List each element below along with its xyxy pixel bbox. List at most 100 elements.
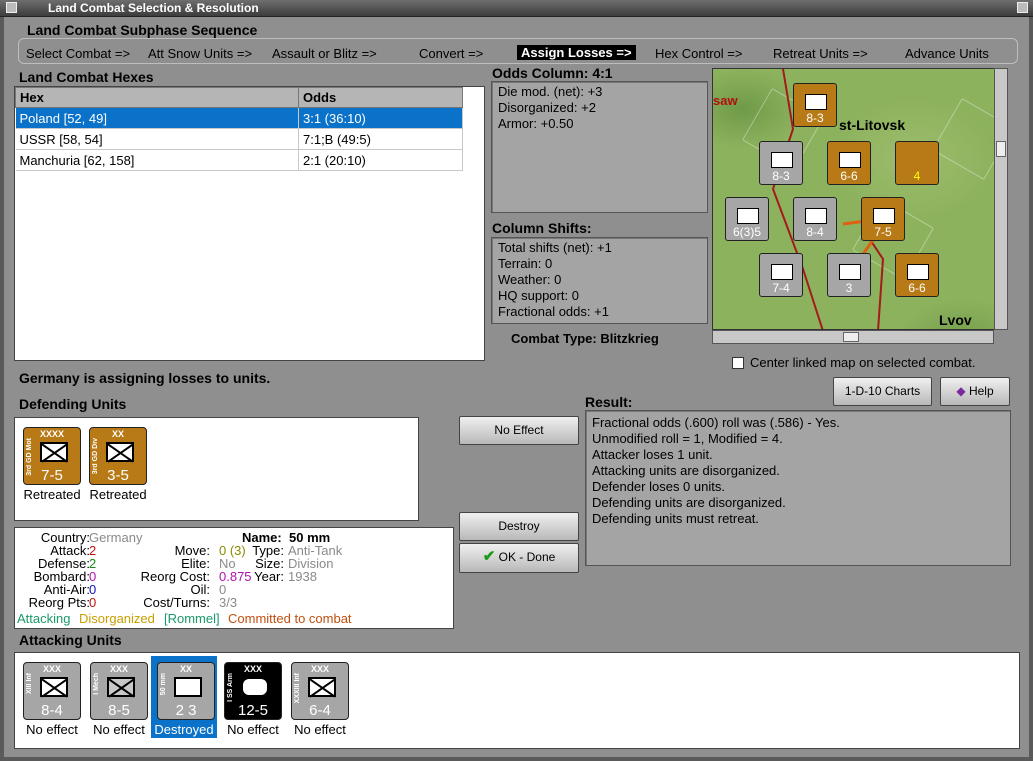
counter-stat: 8-4 [806,225,824,239]
odds-panel: Die mod. (net): +3 Disorganized: +2 Armo… [491,81,708,213]
unit-status: No effect [227,722,279,737]
hex-row[interactable]: USSR [58, 54] 7:1;B (49:5) [15,128,463,150]
odds-cell: 7:1;B (49:5) [298,128,463,150]
armor-icon [839,152,861,168]
cost-turns-label: Cost/Turns: [143,595,210,610]
infantry-icon [106,442,134,463]
map-counter[interactable]: 6-6 [827,141,871,185]
unit-status: Destroyed [154,722,214,737]
counter-stat: 7-4 [772,281,790,295]
reorg-label: Reorg Pts: [28,595,90,610]
unit-name: 50 mm [160,673,167,696]
motorized-icon [873,208,895,224]
attacker-counter[interactable]: XXX I Mech 8-5 [90,662,148,720]
system-menu-icon[interactable] [6,2,17,13]
combat-type: Combat Type: Blitzkrieg [511,331,659,346]
unit-status: No effect [26,722,78,737]
charts-button[interactable]: 1-D-10 Charts [833,377,932,406]
hex-row[interactable]: Manchuria [62, 158] 2:1 (20:10) [15,149,463,171]
help-button[interactable]: ◆ Help [940,377,1010,406]
phase-assign-losses: Assign Losses => [517,45,636,60]
checkmark-icon: ✔ [482,548,496,565]
map-counter[interactable]: 8-4 [793,197,837,241]
infantry-icon [771,264,793,280]
odds-line: Disorganized: +2 [498,100,596,115]
unit-stat: 8-5 [108,702,130,719]
attacker-counter[interactable]: XXX XIII Inf 8-4 [23,662,81,720]
scroll-thumb[interactable] [996,141,1006,157]
battle-map[interactable]: saw st-Litovsk Lvov 8-3 8-3 6-6 4 6(3)5 … [712,68,1008,330]
col-hex[interactable]: Hex [15,87,299,108]
ok-done-label: OK - Done [498,550,556,564]
center-linked-label: Center linked map on selected combat. [750,355,976,370]
hex-cell: Poland [52, 49] [15,107,299,129]
result-header: Result: [585,394,633,410]
col-odds[interactable]: Odds [298,87,463,108]
help-label: Help [968,384,994,398]
map-horizontal-scrollbar[interactable] [712,330,994,344]
attacker-counter[interactable]: XXX I SS Arm 12-5 [224,662,282,720]
map-counter[interactable]: 7-5 [861,197,905,241]
unit-name: XXXIII Inf [294,673,301,704]
attacker-counter[interactable]: XX 50 mm 2 3 [157,662,215,720]
cost-turns-value: 3/3 [219,595,238,610]
destroy-button[interactable]: Destroy [459,512,579,541]
year-value: 1938 [288,569,317,584]
hq-icon [737,208,759,224]
hex-row[interactable]: Poland [52, 49] 3:1 (36:10) [15,107,463,129]
result-line: Attacking units are disorganized. [592,463,780,478]
shift-line: Terrain: 0 [498,256,553,271]
result-line: Defending units must retreat. [592,511,759,526]
status-committed: Committed to combat [228,611,352,626]
hex-cell: USSR [58, 54] [15,128,299,150]
map-counter[interactable]: 8-3 [793,83,837,127]
unit-stat: 6-4 [309,702,331,719]
country-value: Germany [89,530,143,545]
shifts-header: Column Shifts: [492,220,592,236]
map-counter[interactable]: 8-3 [759,141,803,185]
result-line: Defender loses 0 units. [592,479,725,494]
unit-info-panel: Country: Germany Attack: 2 Defense: 2 Bo… [14,527,454,629]
infantry-icon [40,677,68,698]
unit-status: No effect [294,722,346,737]
counter-stat: 4 [913,169,921,183]
map-vertical-scrollbar[interactable] [994,68,1008,330]
unit-stat: 3-5 [107,467,129,484]
map-counter[interactable]: 6-6 [895,253,939,297]
ok-done-button[interactable]: ✔ OK - Done [459,543,579,573]
subphase-header: Land Combat Subphase Sequence [27,22,258,38]
scroll-thumb[interactable] [843,332,859,342]
shift-line: HQ support: 0 [498,288,579,303]
phase-select-combat: Select Combat => [26,46,131,61]
unit-status: Retreated [23,487,81,502]
help-book-icon: ◆ [956,384,966,398]
attacker-counter[interactable]: XXX XXXIII Inf 6-4 [291,662,349,720]
map-counter[interactable]: 3 [827,253,871,297]
status-disorganized: Disorganized [79,611,155,626]
infantry-icon [805,94,827,110]
defending-header: Defending Units [19,396,127,412]
map-counter[interactable]: 6(3)5 [725,197,769,241]
counter-stat: 6-6 [840,169,858,183]
close-icon[interactable] [1017,2,1028,13]
shift-line: Fractional odds: +1 [498,304,609,319]
infantry-icon [805,208,827,224]
unit-name: I SS Arm [227,673,234,702]
shift-line: Total shifts (net): +1 [498,240,612,255]
unit-status: No effect [93,722,145,737]
no-effect-button[interactable]: No Effect [459,416,579,445]
map-counter[interactable]: 4 [895,141,939,185]
defender-counter[interactable]: XX 3rd GD Div 3-5 [89,427,147,485]
anti-tank-icon [174,677,202,697]
city-label: Lvov [939,312,972,328]
defender-counter[interactable]: XXXX 3rd GD Mot 7-5 [23,427,81,485]
hexes-table-panel: Hex Odds Poland [52, 49] 3:1 (36:10) USS… [14,86,485,361]
aircraft-icon [907,152,929,168]
shift-line: Weather: 0 [498,272,562,287]
counter-stat: 3 [845,281,853,295]
result-line: Fractional odds (.600) roll was (.586) -… [592,415,840,430]
odds-cell: 2:1 (20:10) [298,149,463,171]
counter-stat: 8-3 [806,111,824,125]
center-linked-checkbox[interactable] [732,357,744,369]
map-counter[interactable]: 7-4 [759,253,803,297]
